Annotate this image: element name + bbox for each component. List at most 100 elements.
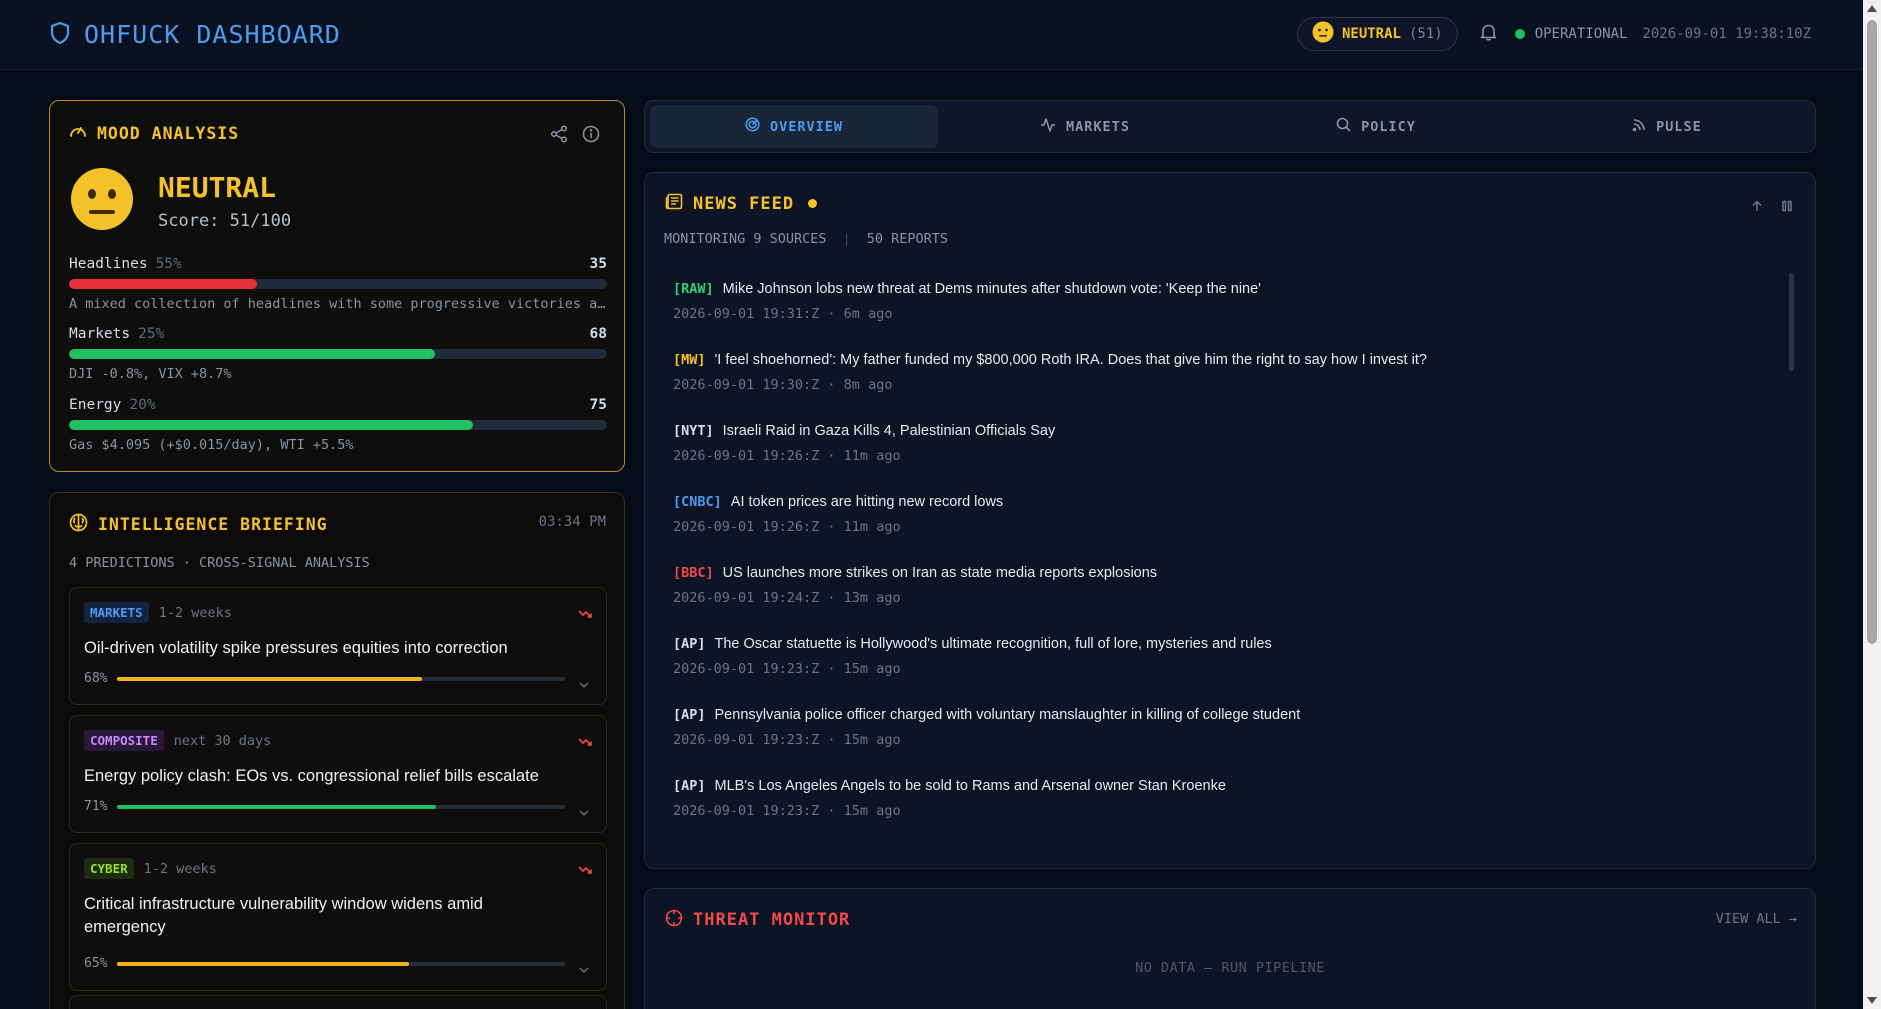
news-item[interactable]: [CNBC] AI token prices are hitting new re… xyxy=(673,494,1773,565)
brand[interactable]: OHFUCK DASHBOARD xyxy=(50,20,341,49)
news-headline[interactable]: Pennsylvania police officer charged with… xyxy=(715,707,1301,723)
prediction-text: Oil-driven volatility spike pressures eq… xyxy=(84,639,508,657)
news-meta: 2026-09-01 19:23:Z · 15m ago xyxy=(673,803,901,819)
metric-description: DJI -0.8%, VIX +8.7% xyxy=(69,366,232,382)
prediction-card[interactable]: CYBER 1-2 weeks Critical infrastructure v… xyxy=(69,843,607,991)
pause-icon[interactable] xyxy=(1781,197,1793,216)
prediction-card[interactable]: COMPOSITE next 30 days Energy policy clas… xyxy=(69,715,607,833)
tab-pulse[interactable]: PULSE xyxy=(1523,105,1811,148)
neutral-face-icon xyxy=(1312,21,1334,47)
news-headline[interactable]: MLB's Los Angeles Angels to be sold to R… xyxy=(715,778,1226,794)
news-scrollbar[interactable] xyxy=(1789,273,1794,371)
news-meta: 2026-09-01 19:30:Z · 8m ago xyxy=(673,377,893,393)
prediction-confidence: 71% xyxy=(84,799,108,814)
arrow-up-icon[interactable] xyxy=(1751,197,1763,216)
news-meta: 2026-09-01 19:23:Z · 15m ago xyxy=(673,732,901,748)
tab-label: PULSE xyxy=(1656,118,1702,135)
page-scrollbar[interactable] xyxy=(1863,0,1881,1009)
panel-title: INTELLIGENCE BRIEFING xyxy=(98,515,328,534)
news-headline[interactable]: Israeli Raid in Gaza Kills 4, Palestinia… xyxy=(723,423,1056,439)
metric-name: Headlines xyxy=(69,256,148,272)
news-source: [BBC] xyxy=(673,565,714,581)
prediction-confidence: 68% xyxy=(84,671,108,686)
news-headline[interactable]: AI token prices are hitting new record l… xyxy=(731,494,1003,510)
news-item[interactable]: [BBC] US launches more strikes on Iran as… xyxy=(673,565,1773,636)
header-timestamp: 2026-09-01 19:38:10Z xyxy=(1642,26,1811,42)
confidence-bar-fill xyxy=(117,676,423,681)
tab-label: OVERVIEW xyxy=(769,118,844,135)
news-meta: 2026-09-01 19:23:Z · 15m ago xyxy=(673,661,901,677)
metric-bar xyxy=(69,349,607,359)
mood-analysis-panel: MOOD ANALYSIS NEUTRAL Score: 51/100 Head… xyxy=(49,100,625,472)
rss-icon xyxy=(1632,118,1646,136)
metric-value: 35 xyxy=(589,256,607,272)
news-source: [AP] xyxy=(673,707,706,723)
live-indicator xyxy=(808,199,818,208)
news-headline[interactable]: 'I feel shoehorned': My father funded my… xyxy=(715,352,1427,368)
briefing-time: 03:34 PM xyxy=(538,514,606,530)
search-icon xyxy=(1336,117,1351,136)
metric-markets: Markets 25% 68 DJI -0.8%, VIX +8.7% xyxy=(69,326,607,382)
scroll-down-arrow[interactable] xyxy=(1867,997,1877,1004)
scroll-thumb[interactable] xyxy=(1867,20,1877,644)
news-feed-panel: NEWS FEED MONITORING 9 SOURCES | 50 REPO… xyxy=(644,172,1816,869)
mood-pill-label: NEUTRAL xyxy=(1341,26,1401,42)
news-meta: 2026-09-01 19:26:Z · 11m ago xyxy=(673,519,901,535)
scroll-up-arrow[interactable] xyxy=(1867,5,1877,12)
news-item[interactable]: [AP] Pennsylvania police officer charged … xyxy=(673,707,1773,778)
news-item[interactable]: [AP] The Oscar statuette is Hollywood's u… xyxy=(673,636,1773,707)
app-title: OHFUCK DASHBOARD xyxy=(84,20,341,49)
news-meta: 2026-09-01 19:31:Z · 6m ago xyxy=(673,306,893,322)
prediction-text: Critical infrastructure vulnerability wi… xyxy=(84,895,483,936)
crosshair-icon xyxy=(665,909,683,931)
gauge-icon xyxy=(69,123,87,143)
prediction-confidence: 65% xyxy=(84,956,108,971)
news-item[interactable]: [NYT] Israeli Raid in Gaza Kills 4, Pales… xyxy=(673,423,1773,494)
empty-state: NO DATA — RUN PIPELINE xyxy=(1135,960,1325,976)
chevron-down-icon[interactable] xyxy=(578,802,590,821)
neutral-face-icon xyxy=(70,167,134,235)
mood-analysis-header: MOOD ANALYSIS xyxy=(69,123,239,143)
news-source: [NYT] xyxy=(673,423,714,439)
metric-value: 75 xyxy=(589,397,607,413)
activity-icon xyxy=(1040,117,1056,136)
brain-icon xyxy=(69,513,88,536)
news-headline[interactable]: The Oscar statuette is Hollywood's ultim… xyxy=(715,636,1272,652)
confidence-bar xyxy=(117,676,566,681)
mood-pill[interactable]: NEUTRAL (51) xyxy=(1296,17,1458,51)
share-icon[interactable] xyxy=(550,125,568,147)
panel-title: NEWS FEED xyxy=(693,193,795,214)
tab-policy[interactable]: POLICY xyxy=(1232,105,1520,148)
view-all-link[interactable]: VIEW ALL → xyxy=(1716,911,1797,927)
bell-icon[interactable] xyxy=(1480,23,1497,45)
prediction-card[interactable]: MARKETS 1-2 weeks Oil-driven volatility s… xyxy=(69,587,607,705)
news-source: [RAW] xyxy=(673,281,714,297)
main-tabs: OVERVIEW MARKETS POLICY PULSE xyxy=(644,100,1816,153)
panel-title: THREAT MONITOR xyxy=(693,910,851,930)
news-meta: 2026-09-01 19:26:Z · 11m ago xyxy=(673,448,901,464)
tab-label: MARKETS xyxy=(1066,118,1130,135)
prediction-text: Energy policy clash: EOs vs. congression… xyxy=(84,767,539,785)
tab-overview[interactable]: OVERVIEW xyxy=(650,105,938,148)
news-item[interactable]: [AP] MLB's Los Angeles Angels to be sold … xyxy=(673,778,1773,849)
metric-weight: 20% xyxy=(129,397,156,413)
news-item[interactable]: [MW] 'I feel shoehorned': My father funde… xyxy=(673,352,1773,423)
news-item[interactable]: [RAW] Mike Johnson lobs new threat at Dem… xyxy=(673,281,1773,352)
news-headline[interactable]: US launches more strikes on Iran as stat… xyxy=(723,565,1157,581)
prediction-tag: COMPOSITE xyxy=(84,730,164,751)
prediction-card[interactable] xyxy=(69,995,607,1009)
confidence-bar-fill xyxy=(117,961,409,966)
tab-label: POLICY xyxy=(1361,118,1416,135)
news-headline[interactable]: Mike Johnson lobs new threat at Dems min… xyxy=(723,281,1261,297)
chevron-down-icon[interactable] xyxy=(578,674,590,693)
radar-icon xyxy=(745,117,760,136)
trend-down-icon xyxy=(578,604,592,623)
news-source: [MW] xyxy=(673,352,706,368)
tab-markets[interactable]: MARKETS xyxy=(941,105,1229,148)
confidence-bar xyxy=(117,961,566,966)
metric-description: Gas $4.095 (+$0.015/day), WTI +5.5% xyxy=(69,437,354,453)
threat-monitor-panel: THREAT MONITOR VIEW ALL → NO DATA — RUN … xyxy=(644,888,1816,1009)
intelligence-briefing-panel: INTELLIGENCE BRIEFING 03:34 PM 4 PREDICT… xyxy=(49,492,625,1009)
info-icon[interactable] xyxy=(582,125,600,147)
chevron-down-icon[interactable] xyxy=(578,959,590,978)
